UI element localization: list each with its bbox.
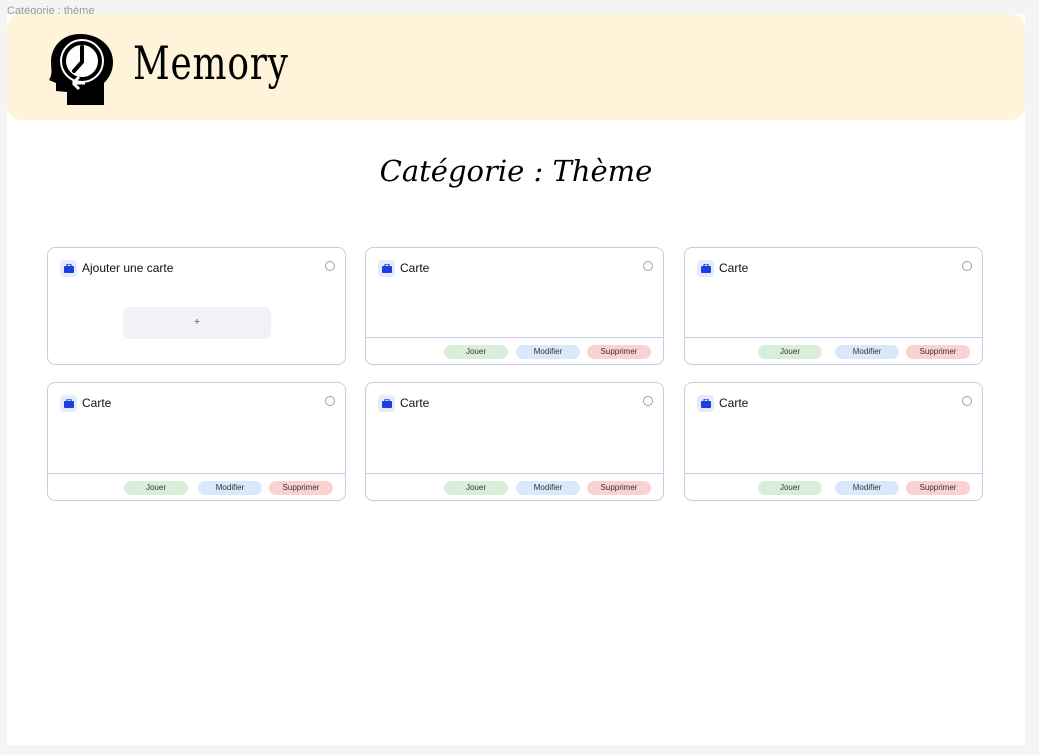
card-actions: Jouer Modifier Supprimer (685, 473, 982, 500)
briefcase-icon (60, 259, 77, 277)
select-radio[interactable] (325, 396, 335, 406)
briefcase-icon (697, 394, 714, 412)
head-clock-icon (49, 34, 113, 105)
delete-button[interactable]: Supprimer (906, 345, 970, 359)
card: Carte Jouer Modifier Supprimer (365, 247, 664, 365)
edit-button[interactable]: Modifier (516, 481, 580, 495)
card-title: Carte (719, 261, 749, 275)
card-title: Carte (400, 396, 430, 410)
delete-button[interactable]: Supprimer (906, 481, 970, 495)
play-button[interactable]: Jouer (758, 481, 822, 495)
card-title: Carte (719, 396, 749, 410)
select-radio[interactable] (962, 396, 972, 406)
card: Carte Jouer Modifier Supprimer (684, 247, 983, 365)
add-card-button[interactable]: + (123, 307, 271, 339)
card-header: Ajouter une carte (60, 259, 173, 277)
edit-button[interactable]: Modifier (198, 481, 262, 495)
card: Carte Jouer Modifier Supprimer (365, 382, 664, 501)
card-header: Carte (697, 394, 748, 412)
delete-button[interactable]: Supprimer (269, 481, 333, 495)
select-radio[interactable] (325, 261, 335, 271)
play-button[interactable]: Jouer (444, 345, 508, 359)
play-button[interactable]: Jouer (444, 481, 508, 495)
edit-button[interactable]: Modifier (516, 345, 580, 359)
edit-button[interactable]: Modifier (835, 481, 899, 495)
delete-button[interactable]: Supprimer (587, 345, 651, 359)
brand-title: Memory (133, 36, 289, 90)
page-frame: Memory Catégorie : Thème Ajouter une car… (7, 14, 1025, 745)
page-title: Catégorie : Thème (379, 154, 653, 188)
card-header: Carte (60, 394, 111, 412)
card-title: Carte (82, 396, 112, 410)
play-button[interactable]: Jouer (758, 345, 822, 359)
add-card[interactable]: Ajouter une carte + (47, 247, 346, 365)
play-button[interactable]: Jouer (124, 481, 188, 495)
header: Memory (7, 14, 1025, 120)
card-header: Carte (697, 259, 748, 277)
card-actions: Jouer Modifier Supprimer (48, 473, 345, 500)
card-actions: Jouer Modifier Supprimer (366, 473, 663, 500)
edit-button[interactable]: Modifier (835, 345, 899, 359)
card-title: Ajouter une carte (82, 261, 174, 275)
briefcase-icon (378, 259, 395, 277)
delete-button[interactable]: Supprimer (587, 481, 651, 495)
card-actions: Jouer Modifier Supprimer (685, 337, 982, 364)
card-header: Carte (378, 394, 429, 412)
select-radio[interactable] (962, 261, 972, 271)
card: Carte Jouer Modifier Supprimer (684, 382, 983, 501)
card-title: Carte (400, 261, 430, 275)
briefcase-icon (378, 394, 395, 412)
card: Carte Jouer Modifier Supprimer (47, 382, 346, 501)
briefcase-icon (60, 394, 77, 412)
select-radio[interactable] (643, 396, 653, 406)
select-radio[interactable] (643, 261, 653, 271)
card-header: Carte (378, 259, 429, 277)
briefcase-icon (697, 259, 714, 277)
card-actions: Jouer Modifier Supprimer (366, 337, 663, 364)
